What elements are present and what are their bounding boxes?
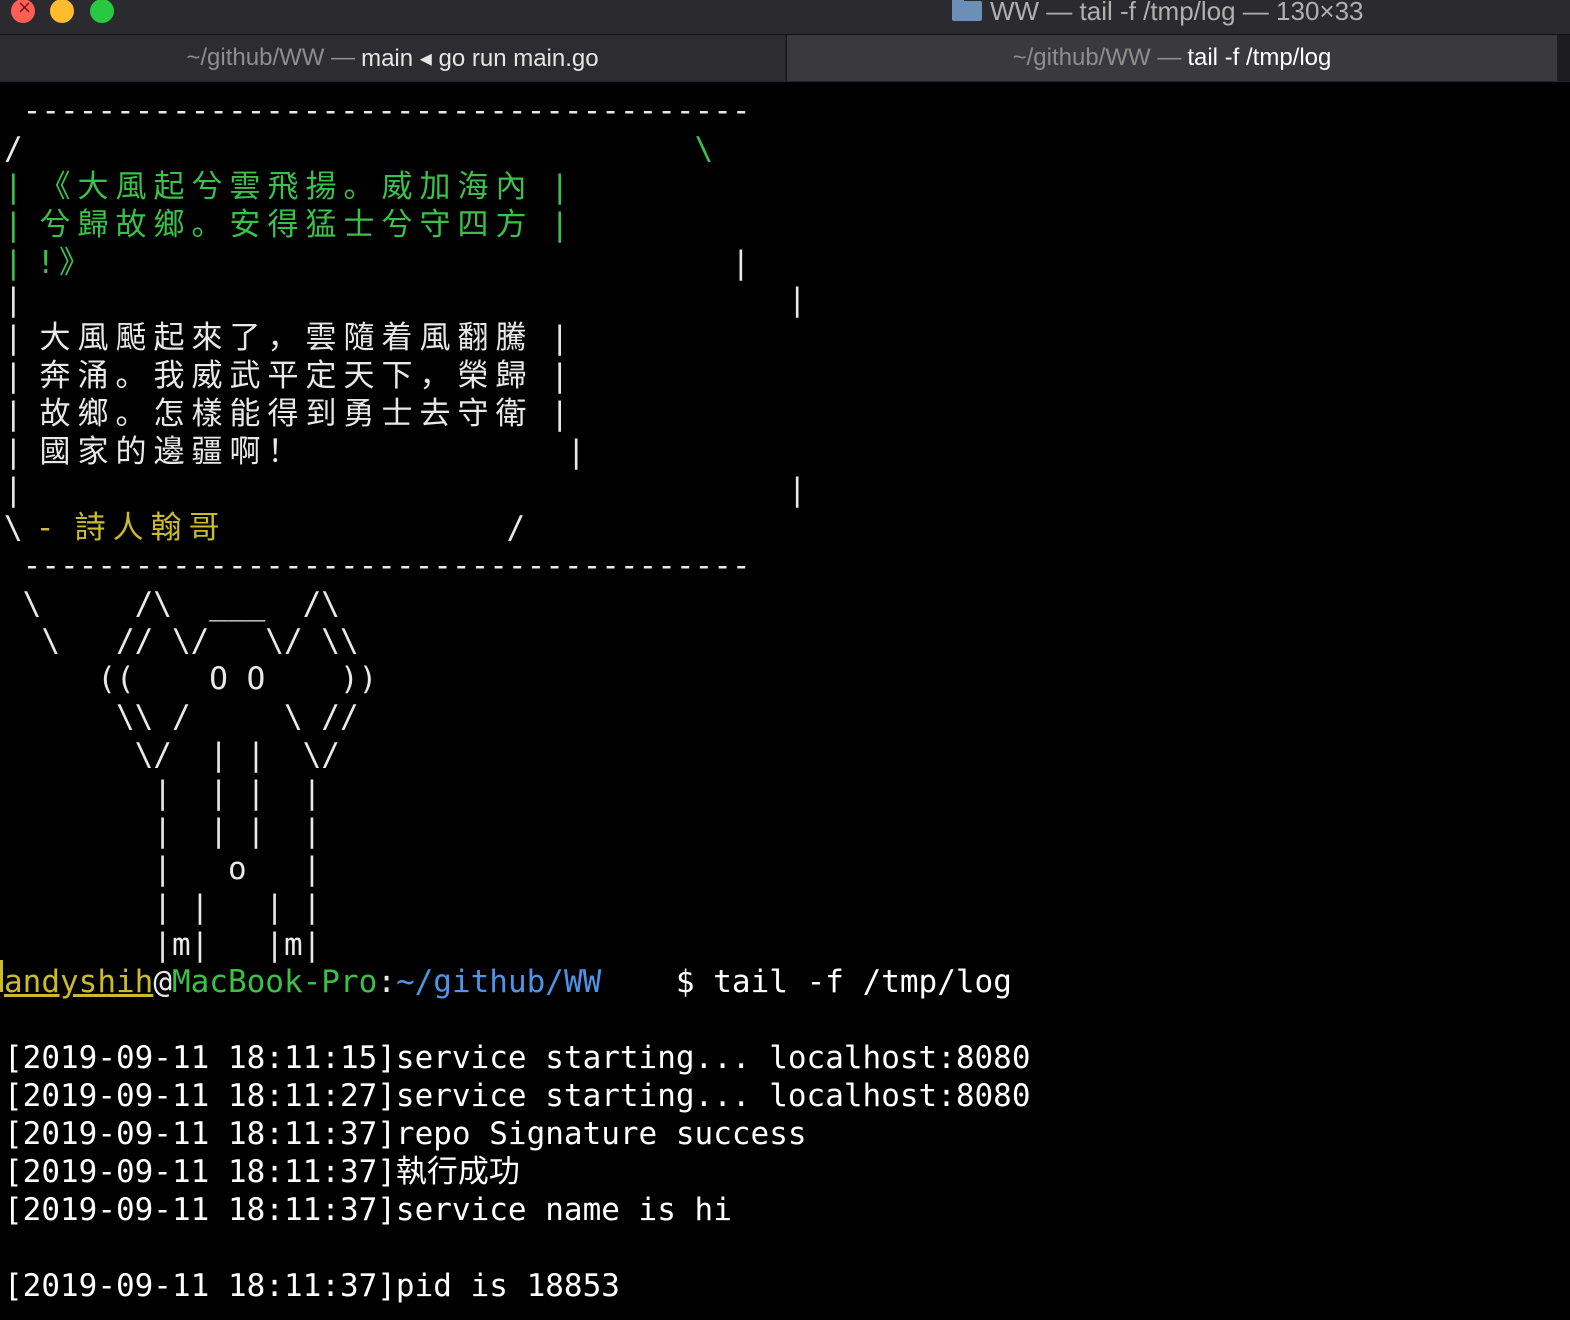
tab-tail-log[interactable]: ~/github/WW — tail -f /tmp/log [786,35,1557,81]
tab-main-go-run[interactable]: ~/github/WW — main ◂ go run main.go [0,35,785,81]
ascii-art-line: | | | | [4,775,322,812]
banner-line: | | [4,282,1564,320]
terminal-output[interactable]: --------------------------------------- … [4,93,1564,1306]
banner-line: | !》 | [4,245,1564,283]
banner-left-border: | [4,244,23,281]
banner-text: - 詩人翰哥 [22,509,227,546]
banner-left-border: | [4,358,23,395]
banner-right-border: | [550,168,570,205]
banner-left-border: | [4,168,23,205]
log-line: [2019-09-11 18:11:37]pid is 18853 [4,1267,620,1304]
tab-label: tail -f /tmp/log [1187,44,1332,71]
banner-left-border: | [4,471,23,508]
banner-left-border: | [4,434,23,471]
prompt-user: andyshih [4,964,154,1001]
log-output: [2019-09-11 18:11:15]service starting...… [4,1040,1564,1305]
banner-text: 兮歸故鄉。安得猛士兮守四方 [22,206,551,243]
banner-text: 故鄉。怎樣能得到勇士去守衛 [22,396,551,433]
ascii-art-line: \ // \/ \/ \\ [4,623,359,660]
ascii-art-line: | | | | [4,812,322,849]
banner-line: | 奔涌。我威武平定天下，榮歸 | [4,358,1564,396]
banner-right-border: | [550,358,570,395]
prompt-command: $ tail -f /tmp/log [601,964,1012,1001]
prompt-host: MacBook-Pro [171,964,378,1001]
prompt-colon: : [377,964,396,1001]
ascii-art-line: | | | | [4,888,322,925]
tab-dim-label: ~/github/WW — [1012,44,1182,71]
minimize-window-icon[interactable] [50,0,74,23]
banner-line: | 故鄉。怎樣能得到勇士去守衛 | [4,396,1564,434]
tab-bar-edge [1557,35,1570,81]
banner-left-border: | [4,282,23,319]
banner-bottom-border: --------------------------------------- [4,547,770,584]
ascii-art-line: |m| |m| [4,926,322,963]
ascii-art-line: \ /\ ___ /\ [4,585,340,622]
banner-right-border: / [226,509,526,546]
banner-text: 大風颳起來了，雲隨着風翻騰 [22,320,551,357]
log-line: [2019-09-11 18:11:37]service name is hi [4,1191,732,1228]
ascii-art-line: (( O O )) [4,661,378,698]
banner-text: 《大風起兮雲飛揚。威加海內 [22,168,551,205]
banner-right-border: | [550,320,570,357]
text-cursor [0,960,3,992]
banner-line: / \ [4,131,1564,169]
folder-icon [952,0,982,21]
banner-right-border: | [22,282,807,319]
window-title: WW — tail -f /tmp/log — 130×33 [952,0,1364,26]
ascii-art-line: | o | [4,850,322,887]
banner-top-border: --------------------------------------- [4,93,770,129]
tab-bar: ~/github/WW — main ◂ go run main.go ~/gi… [0,34,1570,82]
prompt-at: @ [153,964,172,1001]
banner-line: | 《大風起兮雲飛揚。威加海內 | [4,169,1564,207]
banner-right-border: | [96,244,751,281]
banner-left-border: \ [4,509,23,546]
log-line: [2019-09-11 18:11:37]執行成功 [4,1153,520,1190]
banner-line: | 兮歸故鄉。安得猛士兮守四方 | [4,207,1564,245]
window-title-text: WW — tail -f /tmp/log — 130×33 [990,0,1364,26]
banner-right-border: | [550,206,570,243]
banner-right-border: | [550,396,570,433]
banner-line: | | [4,472,1564,510]
log-line: [2019-09-11 18:11:15]service starting...… [4,1040,1031,1077]
banner-text: 奔涌。我威武平定天下，榮歸 [22,358,551,395]
ascii-art: \ /\ ___ /\ \ // \/ \/ \\ (( O O )) \\ /… [4,586,1564,965]
banner-body: / \ | 《大風起兮雲飛揚。威加海內 | | 兮歸故鄉。安得猛士兮守四方 | | !… [4,131,1564,548]
banner-right-border: | [305,434,586,471]
window-titlebar: WW — tail -f /tmp/log — 130×33 [0,0,1570,34]
banner-left-border: | [4,206,23,243]
banner-right-border: \ [22,130,714,167]
maximize-window-icon[interactable] [90,0,114,23]
tab-label: main ◂ go run main.go [361,44,599,72]
ascii-art-line: \\ / \ // [4,699,359,736]
banner-text: !》 [22,244,97,281]
banner-right-border: | [22,471,807,508]
banner-left-border: | [4,396,23,433]
banner-left-border: | [4,320,23,357]
ascii-art-line: \/ | | \/ [4,737,340,774]
banner-text: 國家的邊疆啊！ [22,434,306,471]
banner-line: | 大風颳起來了，雲隨着風翻騰 | [4,320,1564,358]
banner-left-border: / [4,130,23,167]
banner-line: \ - 詩人翰哥 / [4,510,1564,548]
log-line: [2019-09-11 18:11:27]service starting...… [4,1078,1031,1115]
shell-prompt: andyshih@MacBook-Pro:~/github/WW $ tail … [4,964,1564,1002]
close-window-icon[interactable] [11,0,35,23]
banner-line: | 國家的邊疆啊！ | [4,434,1564,472]
tab-dim-label: ~/github/WW — [186,44,356,71]
prompt-path: ~/github/WW [395,964,602,1001]
log-line: [2019-09-11 18:11:37]repo Signature succ… [4,1116,807,1153]
